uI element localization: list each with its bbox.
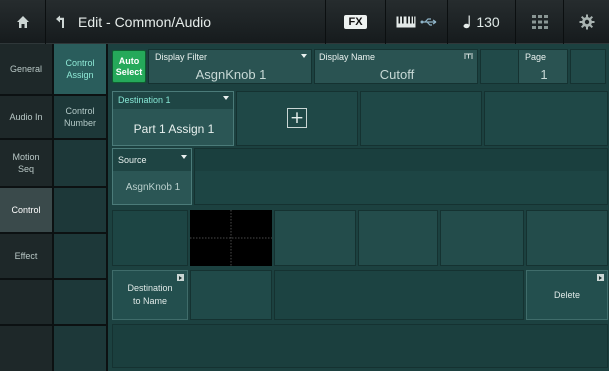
sidebar-item-motion-seq[interactable]: Motion Seq bbox=[0, 140, 52, 188]
sidebar-item-control[interactable]: Control bbox=[0, 188, 52, 234]
settings-button[interactable] bbox=[564, 0, 609, 44]
display-filter-label: Display Filter bbox=[155, 52, 208, 62]
home-icon bbox=[16, 16, 29, 28]
keyboard-icon bbox=[396, 16, 415, 28]
subnav-empty-slot bbox=[54, 188, 106, 234]
category-sidebar: General Audio In Motion Seq Control Effe… bbox=[0, 44, 54, 371]
subnav-item-control-number[interactable]: Control Number bbox=[54, 96, 106, 140]
sub-sidebar: Control Assign Control Number bbox=[54, 44, 108, 371]
main-panel: Auto Select Display Filter AsgnKnob 1 Di… bbox=[108, 44, 609, 371]
popup-indicator-icon bbox=[177, 274, 184, 281]
display-name-value: Cutoff bbox=[379, 67, 415, 82]
add-destination-cell[interactable]: + bbox=[236, 91, 358, 146]
page-value: 1 bbox=[540, 67, 548, 82]
fx-badge: FX bbox=[344, 15, 367, 29]
display-filter-field[interactable]: Display Filter AsgnKnob 1 bbox=[148, 49, 312, 84]
sidebar-item-label: General bbox=[9, 64, 43, 74]
destination-to-name-button[interactable]: Destination to Name bbox=[112, 270, 188, 320]
subnav-item-label: Control Number bbox=[63, 106, 96, 128]
auto-select-line2: Select bbox=[115, 66, 143, 77]
display-name-label: Display Name bbox=[319, 52, 376, 62]
sidebar-empty-slot bbox=[0, 280, 52, 326]
usb-icon bbox=[420, 18, 436, 26]
subnav-empty-slot bbox=[54, 140, 106, 188]
curve-param-cell bbox=[358, 210, 438, 266]
tempo-display[interactable]: 130 bbox=[448, 0, 516, 44]
note-icon bbox=[463, 15, 471, 29]
curve-graph[interactable] bbox=[190, 210, 272, 266]
destination-1-value: Part 1 Assign 1 bbox=[133, 122, 215, 136]
home-button[interactable] bbox=[0, 0, 46, 44]
display-name-field[interactable]: Display Name Cutoff bbox=[314, 49, 478, 84]
sidebar-item-label: Motion Seq bbox=[12, 152, 40, 174]
page-title: Edit - Common/Audio bbox=[78, 14, 212, 30]
plus-icon: + bbox=[289, 107, 305, 128]
subnav-empty-slot bbox=[54, 326, 106, 371]
quick-access-button[interactable] bbox=[516, 0, 564, 44]
destination-to-name-line1: Destination bbox=[127, 283, 173, 293]
subnav-empty-slot bbox=[54, 280, 106, 326]
chevron-down-icon bbox=[223, 96, 229, 100]
grid-icon bbox=[531, 15, 548, 29]
back-arrow-icon[interactable] bbox=[54, 15, 68, 29]
connection-status bbox=[386, 0, 448, 44]
blank-cell bbox=[570, 49, 606, 84]
delete-label: Delete bbox=[553, 289, 580, 300]
curve-param-cell bbox=[526, 210, 608, 266]
source-value: AsgnKnob 1 bbox=[125, 182, 181, 193]
subnav-empty-slot bbox=[54, 234, 106, 280]
delete-button[interactable]: Delete bbox=[526, 270, 608, 320]
popup-indicator-icon bbox=[597, 274, 604, 281]
source-empty-header bbox=[195, 149, 607, 171]
curve-param-cell bbox=[274, 210, 356, 266]
source-field[interactable]: Source AsgnKnob 1 bbox=[112, 148, 192, 205]
bottom-blank-cell bbox=[274, 270, 524, 320]
chevron-down-icon bbox=[181, 155, 187, 159]
subnav-item-control-assign[interactable]: Control Assign bbox=[54, 44, 106, 96]
curve-param-cell bbox=[440, 210, 524, 266]
sidebar-item-label: Effect bbox=[14, 251, 38, 261]
empty-destination-cell bbox=[484, 91, 608, 146]
sidebar-empty-slot bbox=[0, 326, 52, 371]
footer-blank-area bbox=[112, 324, 608, 368]
sidebar-item-audio-in[interactable]: Audio In bbox=[0, 96, 52, 140]
destination-1-field[interactable]: Destination 1 Part 1 Assign 1 bbox=[112, 91, 234, 146]
sidebar-item-effect[interactable]: Effect bbox=[0, 234, 52, 280]
gear-icon bbox=[579, 14, 594, 30]
sidebar-item-label: Audio In bbox=[9, 112, 43, 122]
curve-blank-cell bbox=[112, 210, 188, 266]
sidebar-item-label: Control bbox=[11, 205, 41, 215]
fx-indicator: FX bbox=[326, 0, 386, 44]
chevron-down-icon bbox=[301, 54, 307, 58]
subnav-item-label: Control Assign bbox=[65, 58, 95, 80]
destination-to-name-line2: to Name bbox=[132, 296, 167, 306]
tempo-value: 130 bbox=[476, 14, 500, 30]
empty-destination-cell bbox=[360, 91, 482, 146]
destination-1-label: Destination 1 bbox=[118, 95, 171, 105]
display-filter-value: AsgnKnob 1 bbox=[195, 67, 267, 82]
bottom-blank-cell bbox=[190, 270, 272, 320]
sidebar-item-general[interactable]: General bbox=[0, 44, 52, 96]
source-empty-area bbox=[194, 148, 608, 205]
source-label: Source bbox=[118, 155, 147, 165]
title-area: Edit - Common/Audio bbox=[46, 0, 326, 44]
page-field[interactable]: Page 1 bbox=[518, 49, 568, 84]
top-bar: Edit - Common/Audio FX 130 bbox=[0, 0, 609, 44]
auto-select-line1: Auto bbox=[118, 55, 140, 66]
blank-cell bbox=[480, 49, 520, 84]
destination-to-name-text: Destination to Name bbox=[127, 282, 172, 308]
page-label: Page bbox=[525, 52, 547, 62]
add-destination-button[interactable]: + bbox=[287, 108, 307, 128]
text-edit-icon bbox=[464, 53, 473, 59]
auto-select-button[interactable]: Auto Select bbox=[112, 50, 146, 83]
curve-grid-icon bbox=[190, 210, 272, 266]
